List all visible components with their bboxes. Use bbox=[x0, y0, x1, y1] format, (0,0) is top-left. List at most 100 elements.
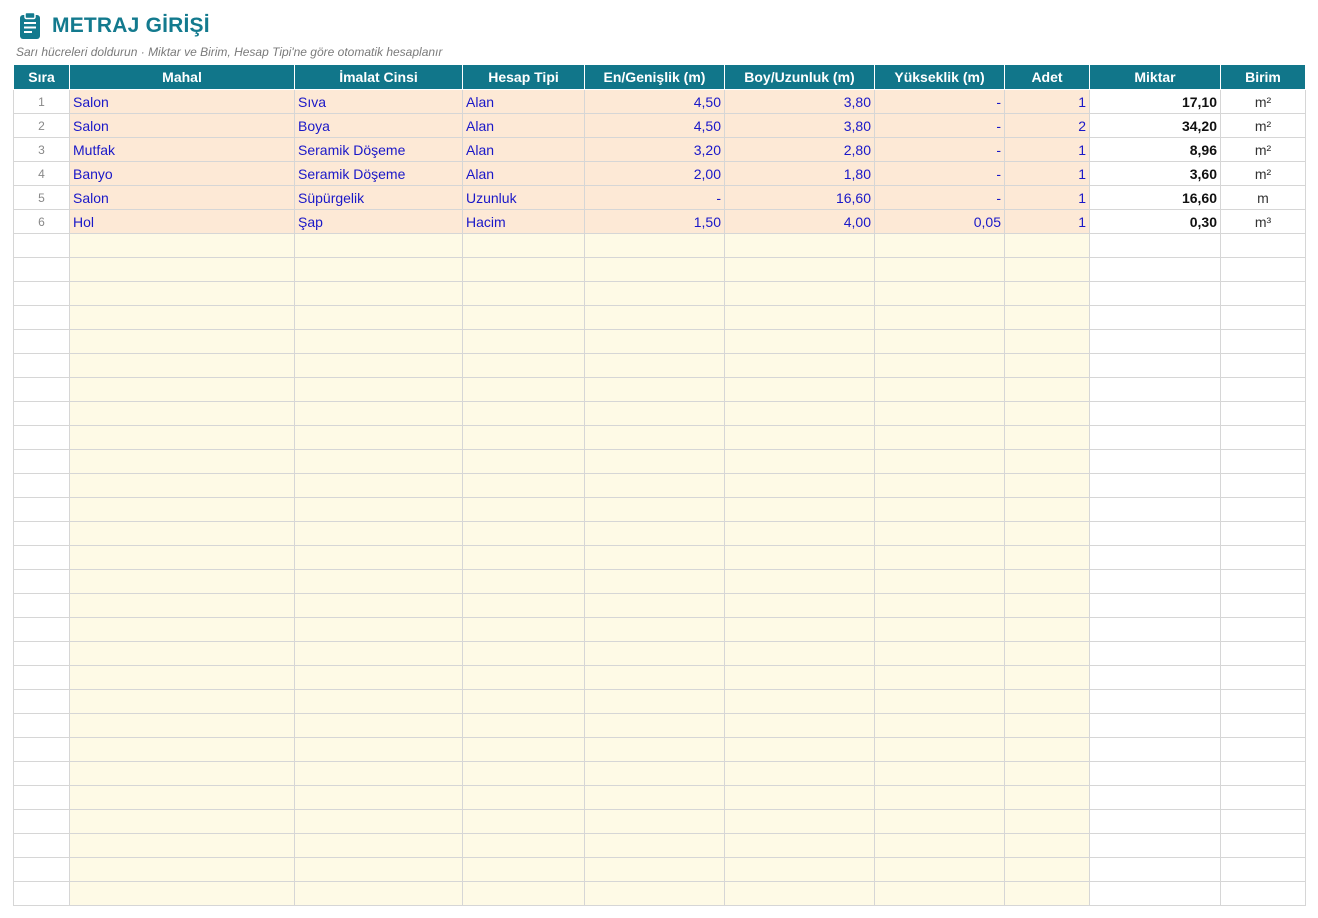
empty-boy-cell[interactable] bbox=[724, 881, 875, 906]
empty-yukseklik-cell[interactable] bbox=[874, 497, 1005, 522]
empty-en-cell[interactable] bbox=[584, 449, 725, 474]
empty-en-cell[interactable] bbox=[584, 857, 725, 882]
imalat-cell[interactable]: Seramik Döşeme bbox=[294, 137, 463, 162]
empty-mahal-cell[interactable] bbox=[69, 833, 295, 858]
empty-hesap-tipi-cell[interactable] bbox=[462, 689, 585, 714]
empty-adet-cell[interactable] bbox=[1004, 881, 1090, 906]
empty-en-cell[interactable] bbox=[584, 257, 725, 282]
empty-en-cell[interactable] bbox=[584, 521, 725, 546]
empty-boy-cell[interactable] bbox=[724, 377, 875, 402]
empty-en-cell[interactable] bbox=[584, 569, 725, 594]
hesap-tipi-cell[interactable]: Alan bbox=[462, 113, 585, 138]
empty-mahal-cell[interactable] bbox=[69, 425, 295, 450]
empty-mahal-cell[interactable] bbox=[69, 617, 295, 642]
empty-imalat-cell[interactable] bbox=[294, 665, 463, 690]
empty-mahal-cell[interactable] bbox=[69, 353, 295, 378]
empty-hesap-tipi-cell[interactable] bbox=[462, 401, 585, 426]
boy-cell[interactable]: 2,80 bbox=[724, 137, 875, 162]
empty-mahal-cell[interactable] bbox=[69, 569, 295, 594]
empty-hesap-tipi-cell[interactable] bbox=[462, 233, 585, 258]
empty-en-cell[interactable] bbox=[584, 617, 725, 642]
empty-imalat-cell[interactable] bbox=[294, 281, 463, 306]
hesap-tipi-cell[interactable]: Hacim bbox=[462, 209, 585, 234]
empty-adet-cell[interactable] bbox=[1004, 641, 1090, 666]
empty-hesap-tipi-cell[interactable] bbox=[462, 665, 585, 690]
adet-cell[interactable]: 2 bbox=[1004, 113, 1090, 138]
empty-mahal-cell[interactable] bbox=[69, 377, 295, 402]
empty-adet-cell[interactable] bbox=[1004, 281, 1090, 306]
empty-imalat-cell[interactable] bbox=[294, 521, 463, 546]
empty-mahal-cell[interactable] bbox=[69, 713, 295, 738]
en-cell[interactable]: - bbox=[584, 185, 725, 210]
imalat-cell[interactable]: Seramik Döşeme bbox=[294, 161, 463, 186]
empty-yukseklik-cell[interactable] bbox=[874, 617, 1005, 642]
empty-imalat-cell[interactable] bbox=[294, 473, 463, 498]
empty-adet-cell[interactable] bbox=[1004, 857, 1090, 882]
adet-cell[interactable]: 1 bbox=[1004, 89, 1090, 114]
en-cell[interactable]: 2,00 bbox=[584, 161, 725, 186]
empty-yukseklik-cell[interactable] bbox=[874, 425, 1005, 450]
empty-yukseklik-cell[interactable] bbox=[874, 257, 1005, 282]
empty-yukseklik-cell[interactable] bbox=[874, 545, 1005, 570]
empty-en-cell[interactable] bbox=[584, 233, 725, 258]
empty-adet-cell[interactable] bbox=[1004, 617, 1090, 642]
empty-mahal-cell[interactable] bbox=[69, 233, 295, 258]
empty-boy-cell[interactable] bbox=[724, 689, 875, 714]
empty-hesap-tipi-cell[interactable] bbox=[462, 833, 585, 858]
empty-hesap-tipi-cell[interactable] bbox=[462, 305, 585, 330]
hesap-tipi-cell[interactable]: Uzunluk bbox=[462, 185, 585, 210]
empty-yukseklik-cell[interactable] bbox=[874, 521, 1005, 546]
empty-yukseklik-cell[interactable] bbox=[874, 833, 1005, 858]
empty-hesap-tipi-cell[interactable] bbox=[462, 737, 585, 762]
empty-boy-cell[interactable] bbox=[724, 593, 875, 618]
empty-yukseklik-cell[interactable] bbox=[874, 449, 1005, 474]
empty-imalat-cell[interactable] bbox=[294, 737, 463, 762]
empty-mahal-cell[interactable] bbox=[69, 473, 295, 498]
empty-en-cell[interactable] bbox=[584, 641, 725, 666]
empty-hesap-tipi-cell[interactable] bbox=[462, 785, 585, 810]
imalat-cell[interactable]: Sıva bbox=[294, 89, 463, 114]
adet-cell[interactable]: 1 bbox=[1004, 161, 1090, 186]
empty-hesap-tipi-cell[interactable] bbox=[462, 377, 585, 402]
empty-adet-cell[interactable] bbox=[1004, 569, 1090, 594]
empty-en-cell[interactable] bbox=[584, 425, 725, 450]
empty-hesap-tipi-cell[interactable] bbox=[462, 353, 585, 378]
empty-imalat-cell[interactable] bbox=[294, 257, 463, 282]
empty-hesap-tipi-cell[interactable] bbox=[462, 569, 585, 594]
empty-mahal-cell[interactable] bbox=[69, 449, 295, 474]
empty-mahal-cell[interactable] bbox=[69, 545, 295, 570]
yukseklik-cell[interactable]: 0,05 bbox=[874, 209, 1005, 234]
empty-imalat-cell[interactable] bbox=[294, 761, 463, 786]
empty-imalat-cell[interactable] bbox=[294, 617, 463, 642]
empty-hesap-tipi-cell[interactable] bbox=[462, 617, 585, 642]
boy-cell[interactable]: 3,80 bbox=[724, 89, 875, 114]
empty-hesap-tipi-cell[interactable] bbox=[462, 473, 585, 498]
en-cell[interactable]: 1,50 bbox=[584, 209, 725, 234]
empty-adet-cell[interactable] bbox=[1004, 257, 1090, 282]
empty-hesap-tipi-cell[interactable] bbox=[462, 809, 585, 834]
empty-adet-cell[interactable] bbox=[1004, 377, 1090, 402]
empty-hesap-tipi-cell[interactable] bbox=[462, 329, 585, 354]
empty-hesap-tipi-cell[interactable] bbox=[462, 713, 585, 738]
empty-adet-cell[interactable] bbox=[1004, 449, 1090, 474]
empty-imalat-cell[interactable] bbox=[294, 785, 463, 810]
empty-mahal-cell[interactable] bbox=[69, 593, 295, 618]
empty-yukseklik-cell[interactable] bbox=[874, 665, 1005, 690]
empty-boy-cell[interactable] bbox=[724, 257, 875, 282]
empty-yukseklik-cell[interactable] bbox=[874, 473, 1005, 498]
empty-mahal-cell[interactable] bbox=[69, 401, 295, 426]
yukseklik-cell[interactable]: - bbox=[874, 185, 1005, 210]
empty-imalat-cell[interactable] bbox=[294, 329, 463, 354]
empty-en-cell[interactable] bbox=[584, 377, 725, 402]
empty-adet-cell[interactable] bbox=[1004, 233, 1090, 258]
empty-mahal-cell[interactable] bbox=[69, 665, 295, 690]
empty-hesap-tipi-cell[interactable] bbox=[462, 449, 585, 474]
empty-en-cell[interactable] bbox=[584, 401, 725, 426]
mahal-cell[interactable]: Salon bbox=[69, 113, 295, 138]
adet-cell[interactable]: 1 bbox=[1004, 185, 1090, 210]
empty-en-cell[interactable] bbox=[584, 545, 725, 570]
empty-boy-cell[interactable] bbox=[724, 545, 875, 570]
hesap-tipi-cell[interactable]: Alan bbox=[462, 161, 585, 186]
empty-adet-cell[interactable] bbox=[1004, 329, 1090, 354]
empty-adet-cell[interactable] bbox=[1004, 689, 1090, 714]
